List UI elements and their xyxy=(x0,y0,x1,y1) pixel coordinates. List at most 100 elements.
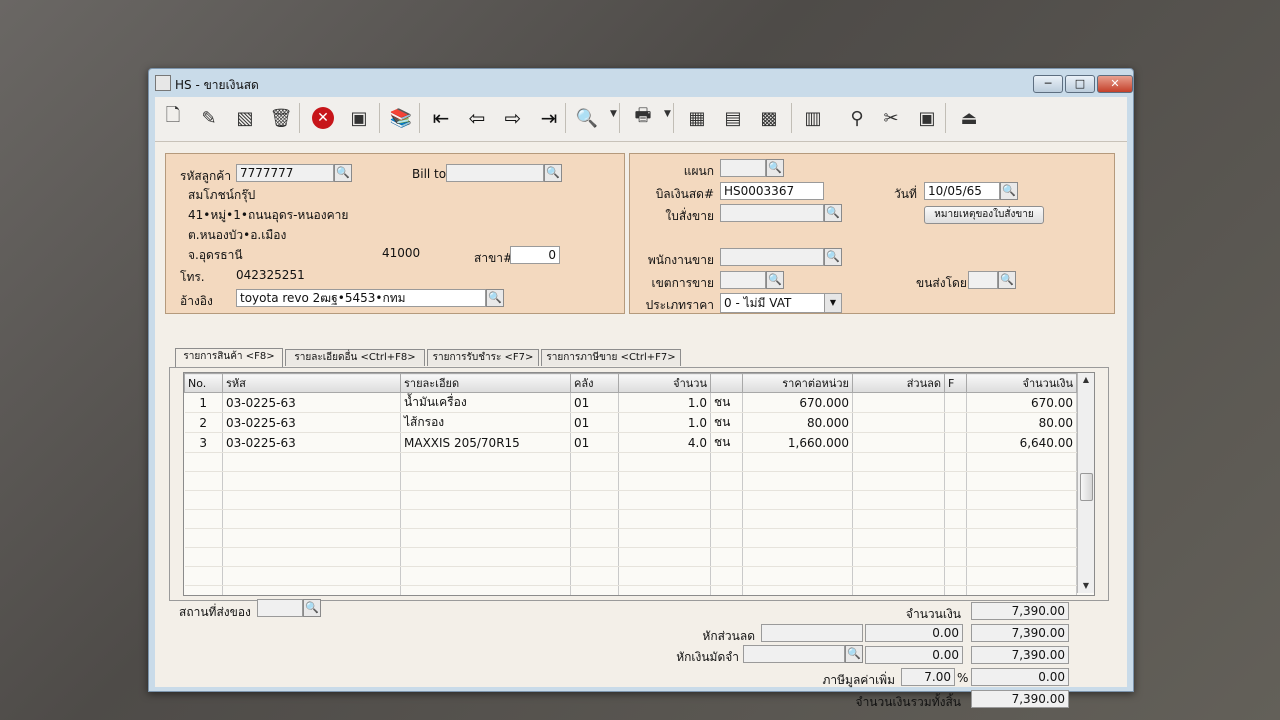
empty-cell[interactable] xyxy=(966,490,1077,510)
book-icon[interactable]: 📚 xyxy=(387,104,415,132)
empty-table-row[interactable] xyxy=(184,452,1077,472)
ship-place-lookup-icon[interactable]: 🔍 xyxy=(303,599,321,617)
branch-field[interactable]: 0 xyxy=(510,246,560,264)
empty-cell[interactable] xyxy=(618,528,711,548)
empty-cell[interactable] xyxy=(966,471,1077,491)
col-amount-cell[interactable]: 670.00 xyxy=(966,392,1077,413)
col-unit-cell[interactable]: ชน xyxy=(710,392,743,413)
empty-cell[interactable] xyxy=(710,452,743,472)
empty-table-row[interactable] xyxy=(184,528,1077,548)
empty-cell[interactable] xyxy=(400,509,571,529)
salesman-field[interactable] xyxy=(720,248,824,266)
preview-icon[interactable]: 🔍 xyxy=(573,104,601,132)
last-record-icon[interactable]: ⇥ xyxy=(535,104,563,132)
empty-table-row[interactable] xyxy=(184,585,1077,595)
previous-record-icon[interactable]: ⇦ xyxy=(463,104,491,132)
col-f-cell[interactable] xyxy=(944,412,967,433)
empty-cell[interactable] xyxy=(222,528,401,548)
empty-table-row[interactable] xyxy=(184,547,1077,567)
bill-to-field[interactable] xyxy=(446,164,544,182)
sales-order-note-button[interactable]: หมายเหตุของใบสั่งขาย xyxy=(924,206,1044,224)
col-unit-price-cell[interactable]: 1,660.000 xyxy=(742,432,853,453)
empty-cell[interactable] xyxy=(852,547,945,567)
empty-cell[interactable] xyxy=(570,528,619,548)
empty-table-row[interactable] xyxy=(184,471,1077,491)
next-record-icon[interactable]: ⇨ xyxy=(499,104,527,132)
col-code-cell[interactable]: 03-0225-63 xyxy=(222,412,401,433)
empty-cell[interactable] xyxy=(184,528,223,548)
bill-number-field[interactable]: HS0003367 xyxy=(720,182,824,200)
empty-cell[interactable] xyxy=(710,528,743,548)
ship-place-field[interactable] xyxy=(257,599,303,617)
scroll-down-icon[interactable]: ▼ xyxy=(1078,579,1094,593)
empty-cell[interactable] xyxy=(966,547,1077,567)
empty-cell[interactable] xyxy=(944,528,967,548)
col-discount-cell[interactable] xyxy=(852,392,945,413)
col-discount-header[interactable]: ส่วนลด xyxy=(852,373,945,393)
empty-cell[interactable] xyxy=(944,585,967,595)
col-discount-cell[interactable] xyxy=(852,412,945,433)
empty-cell[interactable] xyxy=(618,566,711,586)
empty-cell[interactable] xyxy=(710,509,743,529)
empty-cell[interactable] xyxy=(742,585,853,595)
col-no-cell[interactable]: 3 xyxy=(184,432,223,453)
table-row[interactable]: 1 03-0225-63 น้ำมันเครื่อง 01 1.0 ชน 670.000 67… xyxy=(184,392,1077,413)
print-icon[interactable]: 🖶 xyxy=(629,104,657,132)
empty-cell[interactable] xyxy=(710,566,743,586)
col-no-cell[interactable]: 1 xyxy=(184,392,223,413)
customer-code-field[interactable]: 7777777 xyxy=(236,164,334,182)
empty-cell[interactable] xyxy=(710,585,743,595)
table-row[interactable]: 3 03-0225-63 MAXXIS 205/70R15 01 4.0 ชน 1,660.… xyxy=(184,432,1077,453)
chevron-down-icon[interactable]: ▼ xyxy=(824,294,841,312)
col-quantity-cell[interactable]: 4.0 xyxy=(618,432,711,453)
empty-cell[interactable] xyxy=(944,471,967,491)
empty-cell[interactable] xyxy=(184,452,223,472)
empty-cell[interactable] xyxy=(742,547,853,567)
sales-area-lookup-icon[interactable]: 🔍 xyxy=(766,271,784,289)
scroll-thumb[interactable] xyxy=(1080,473,1093,501)
empty-cell[interactable] xyxy=(710,547,743,567)
tab-sales-tax[interactable]: รายการภาษีขาย <Ctrl+F7> xyxy=(541,349,681,366)
chevron-down-icon[interactable]: ▼ xyxy=(610,109,617,119)
discount-text-field[interactable] xyxy=(761,624,863,642)
empty-cell[interactable] xyxy=(400,528,571,548)
empty-cell[interactable] xyxy=(966,585,1077,595)
empty-cell[interactable] xyxy=(184,566,223,586)
reference-field[interactable]: toyota revo 2ฒฐ•5453•กทม xyxy=(236,289,486,307)
empty-cell[interactable] xyxy=(966,566,1077,586)
col-amount-cell[interactable]: 80.00 xyxy=(966,412,1077,433)
empty-cell[interactable] xyxy=(570,585,619,595)
empty-cell[interactable] xyxy=(222,547,401,567)
empty-cell[interactable] xyxy=(710,490,743,510)
minimize-button[interactable]: ─ xyxy=(1033,75,1063,93)
empty-cell[interactable] xyxy=(742,566,853,586)
empty-cell[interactable] xyxy=(400,490,571,510)
department-lookup-icon[interactable]: 🔍 xyxy=(766,159,784,177)
date-picker-icon[interactable]: 🔍 xyxy=(1000,182,1018,200)
empty-cell[interactable] xyxy=(400,585,571,595)
empty-cell[interactable] xyxy=(852,509,945,529)
empty-cell[interactable] xyxy=(400,471,571,491)
empty-cell[interactable] xyxy=(944,566,967,586)
empty-cell[interactable] xyxy=(852,585,945,595)
vat-rate-field[interactable]: 7.00 xyxy=(901,668,955,686)
col-amount-cell[interactable]: 6,640.00 xyxy=(966,432,1077,453)
empty-cell[interactable] xyxy=(852,471,945,491)
table-row[interactable]: 2 03-0225-63 ไส้กรอง 01 1.0 ชน 80.000 80.00 xyxy=(184,412,1077,433)
empty-table-row[interactable] xyxy=(184,566,1077,586)
empty-cell[interactable] xyxy=(222,490,401,510)
empty-cell[interactable] xyxy=(184,547,223,567)
tab-other-details[interactable]: รายละเอียดอื่น <Ctrl+F8> xyxy=(285,349,425,366)
col-unit-cell[interactable]: ชน xyxy=(710,412,743,433)
stop-icon[interactable]: ✕ xyxy=(309,104,337,132)
first-record-icon[interactable]: ⇤ xyxy=(427,104,455,132)
calculator-icon[interactable]: ▦ xyxy=(683,104,711,132)
empty-cell[interactable] xyxy=(184,471,223,491)
empty-cell[interactable] xyxy=(742,471,853,491)
empty-cell[interactable] xyxy=(222,452,401,472)
ship-by-lookup-icon[interactable]: 🔍 xyxy=(998,271,1016,289)
col-unit-price-header[interactable]: ราคาต่อหน่วย xyxy=(742,373,853,393)
empty-cell[interactable] xyxy=(966,452,1077,472)
col-description-header[interactable]: รายละเอียด xyxy=(400,373,571,393)
deposit-text-field[interactable] xyxy=(743,645,845,663)
